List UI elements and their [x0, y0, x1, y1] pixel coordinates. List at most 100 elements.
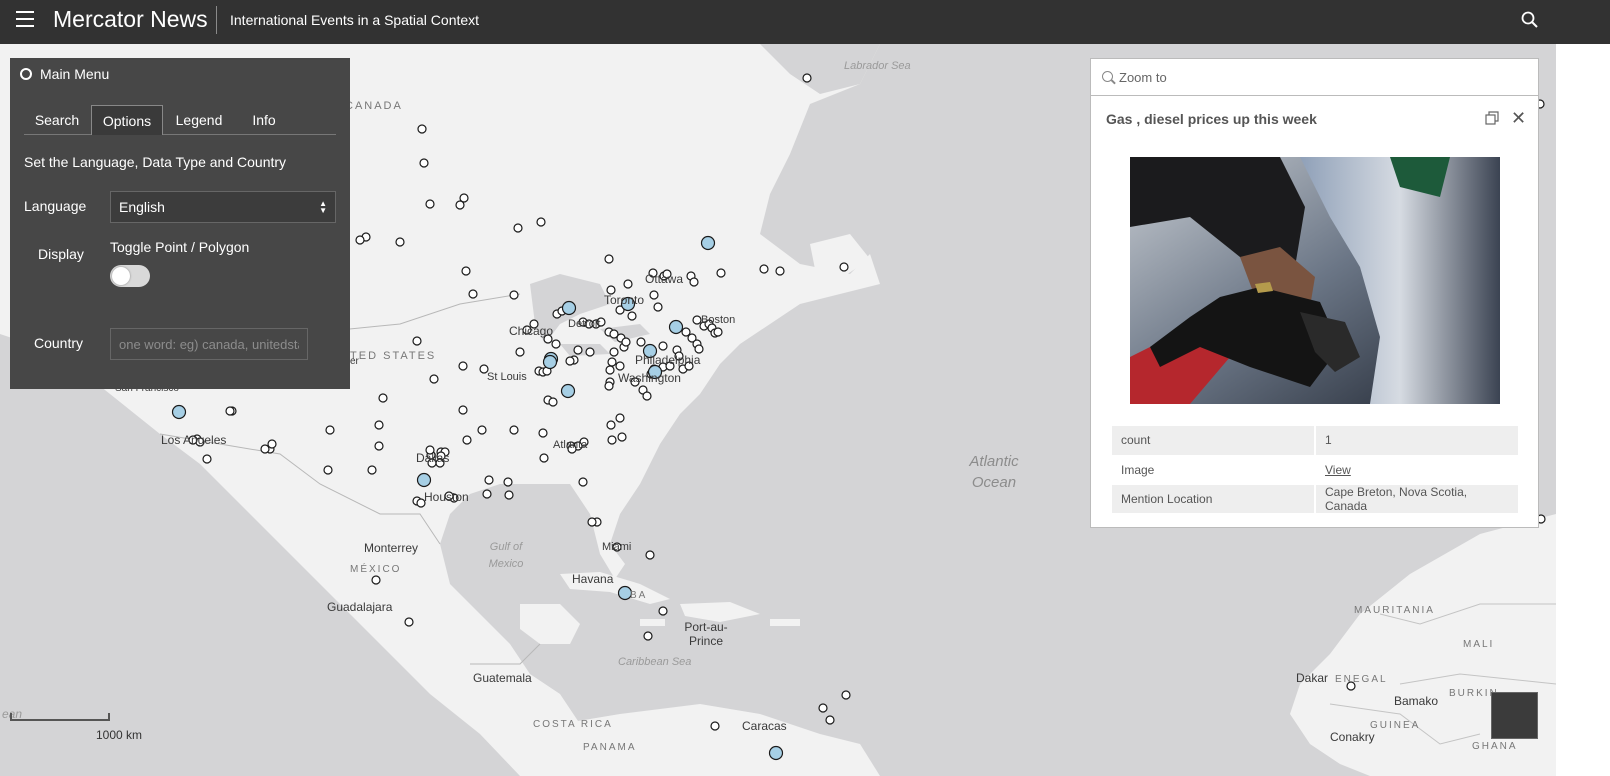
- event-marker[interactable]: [713, 327, 723, 337]
- event-marker[interactable]: [585, 347, 595, 357]
- event-marker[interactable]: [548, 397, 558, 407]
- event-marker[interactable]: [645, 550, 655, 560]
- event-marker[interactable]: [710, 721, 720, 731]
- event-marker[interactable]: [542, 354, 558, 370]
- dock-icon[interactable]: [1485, 111, 1499, 125]
- event-marker[interactable]: [455, 200, 465, 210]
- event-marker[interactable]: [458, 361, 468, 371]
- event-marker[interactable]: [560, 383, 576, 399]
- event-marker[interactable]: [623, 279, 633, 289]
- event-marker[interactable]: [509, 425, 519, 435]
- event-marker[interactable]: [692, 315, 702, 325]
- event-marker[interactable]: [841, 690, 851, 700]
- event-marker[interactable]: [700, 235, 716, 251]
- event-marker[interactable]: [468, 289, 478, 299]
- country-input[interactable]: [110, 328, 308, 360]
- event-marker[interactable]: [818, 703, 828, 713]
- menu-toggle-icon[interactable]: [20, 68, 32, 80]
- event-marker[interactable]: [515, 347, 525, 357]
- event-marker[interactable]: [395, 237, 405, 247]
- event-marker[interactable]: [325, 425, 335, 435]
- event-marker[interactable]: [477, 425, 487, 435]
- event-marker[interactable]: [202, 454, 212, 464]
- event-marker[interactable]: [604, 381, 614, 391]
- event-marker[interactable]: [615, 413, 625, 423]
- event-marker[interactable]: [825, 715, 835, 725]
- event-marker[interactable]: [605, 365, 615, 375]
- event-marker[interactable]: [607, 435, 617, 445]
- event-marker[interactable]: [260, 444, 270, 454]
- event-marker[interactable]: [551, 339, 561, 349]
- event-marker[interactable]: [658, 606, 668, 616]
- tab-legend[interactable]: Legend: [169, 105, 229, 135]
- event-marker[interactable]: [355, 235, 365, 245]
- tab-search[interactable]: Search: [24, 105, 90, 135]
- event-marker[interactable]: [694, 344, 704, 354]
- event-marker[interactable]: [371, 575, 381, 585]
- event-marker[interactable]: [802, 73, 812, 83]
- event-marker[interactable]: [484, 475, 494, 485]
- event-marker[interactable]: [419, 158, 429, 168]
- event-marker[interactable]: [609, 347, 619, 357]
- event-marker[interactable]: [404, 617, 414, 627]
- event-marker[interactable]: [267, 439, 277, 449]
- event-marker[interactable]: [225, 406, 235, 416]
- event-marker[interactable]: [668, 319, 684, 335]
- event-marker[interactable]: [378, 393, 388, 403]
- search-icon[interactable]: [1520, 10, 1540, 30]
- event-marker[interactable]: [509, 290, 519, 300]
- event-marker[interactable]: [653, 302, 663, 312]
- event-marker[interactable]: [561, 300, 577, 316]
- event-marker[interactable]: [689, 277, 699, 287]
- event-marker[interactable]: [462, 435, 472, 445]
- event-marker[interactable]: [367, 465, 377, 475]
- event-marker[interactable]: [658, 341, 668, 351]
- event-marker[interactable]: [642, 391, 652, 401]
- event-marker[interactable]: [429, 374, 439, 384]
- event-marker[interactable]: [716, 268, 726, 278]
- image-view-link[interactable]: View: [1325, 463, 1351, 477]
- event-marker[interactable]: [504, 490, 514, 500]
- event-marker[interactable]: [417, 124, 427, 134]
- event-marker[interactable]: [482, 489, 492, 499]
- main-menu-header[interactable]: Main Menu: [10, 58, 350, 90]
- event-marker[interactable]: [573, 345, 583, 355]
- event-marker[interactable]: [425, 199, 435, 209]
- event-marker[interactable]: [617, 432, 627, 442]
- event-marker[interactable]: [759, 264, 769, 274]
- zoom-to-bar[interactable]: Zoom to: [1090, 58, 1539, 96]
- event-marker[interactable]: [565, 356, 575, 366]
- event-marker[interactable]: [538, 428, 548, 438]
- event-marker[interactable]: [604, 254, 614, 264]
- event-marker[interactable]: [768, 745, 784, 761]
- event-marker[interactable]: [606, 420, 616, 430]
- event-marker[interactable]: [578, 477, 588, 487]
- event-marker[interactable]: [587, 517, 597, 527]
- event-marker[interactable]: [536, 217, 546, 227]
- event-marker[interactable]: [461, 266, 471, 276]
- event-marker[interactable]: [649, 290, 659, 300]
- overview-map-thumbnail[interactable]: [1491, 692, 1538, 739]
- event-marker[interactable]: [839, 262, 849, 272]
- event-marker[interactable]: [775, 266, 785, 276]
- event-marker[interactable]: [171, 404, 187, 420]
- event-marker[interactable]: [621, 337, 631, 347]
- point-polygon-toggle[interactable]: [110, 265, 150, 287]
- event-marker[interactable]: [503, 477, 513, 487]
- tab-info[interactable]: Info: [244, 105, 284, 135]
- event-marker[interactable]: [643, 631, 653, 641]
- hamburger-menu-icon[interactable]: [16, 11, 34, 27]
- event-marker[interactable]: [458, 405, 468, 415]
- event-marker[interactable]: [615, 361, 625, 371]
- event-marker[interactable]: [374, 441, 384, 451]
- event-marker[interactable]: [636, 337, 646, 347]
- event-marker[interactable]: [607, 357, 617, 367]
- language-select[interactable]: English ▲ ▼: [110, 191, 336, 223]
- event-marker[interactable]: [374, 420, 384, 430]
- event-marker[interactable]: [513, 223, 523, 233]
- event-marker[interactable]: [412, 336, 422, 346]
- event-marker[interactable]: [416, 472, 432, 488]
- event-marker[interactable]: [323, 465, 333, 475]
- close-icon[interactable]: ✕: [1511, 109, 1526, 127]
- tab-options[interactable]: Options: [91, 105, 163, 135]
